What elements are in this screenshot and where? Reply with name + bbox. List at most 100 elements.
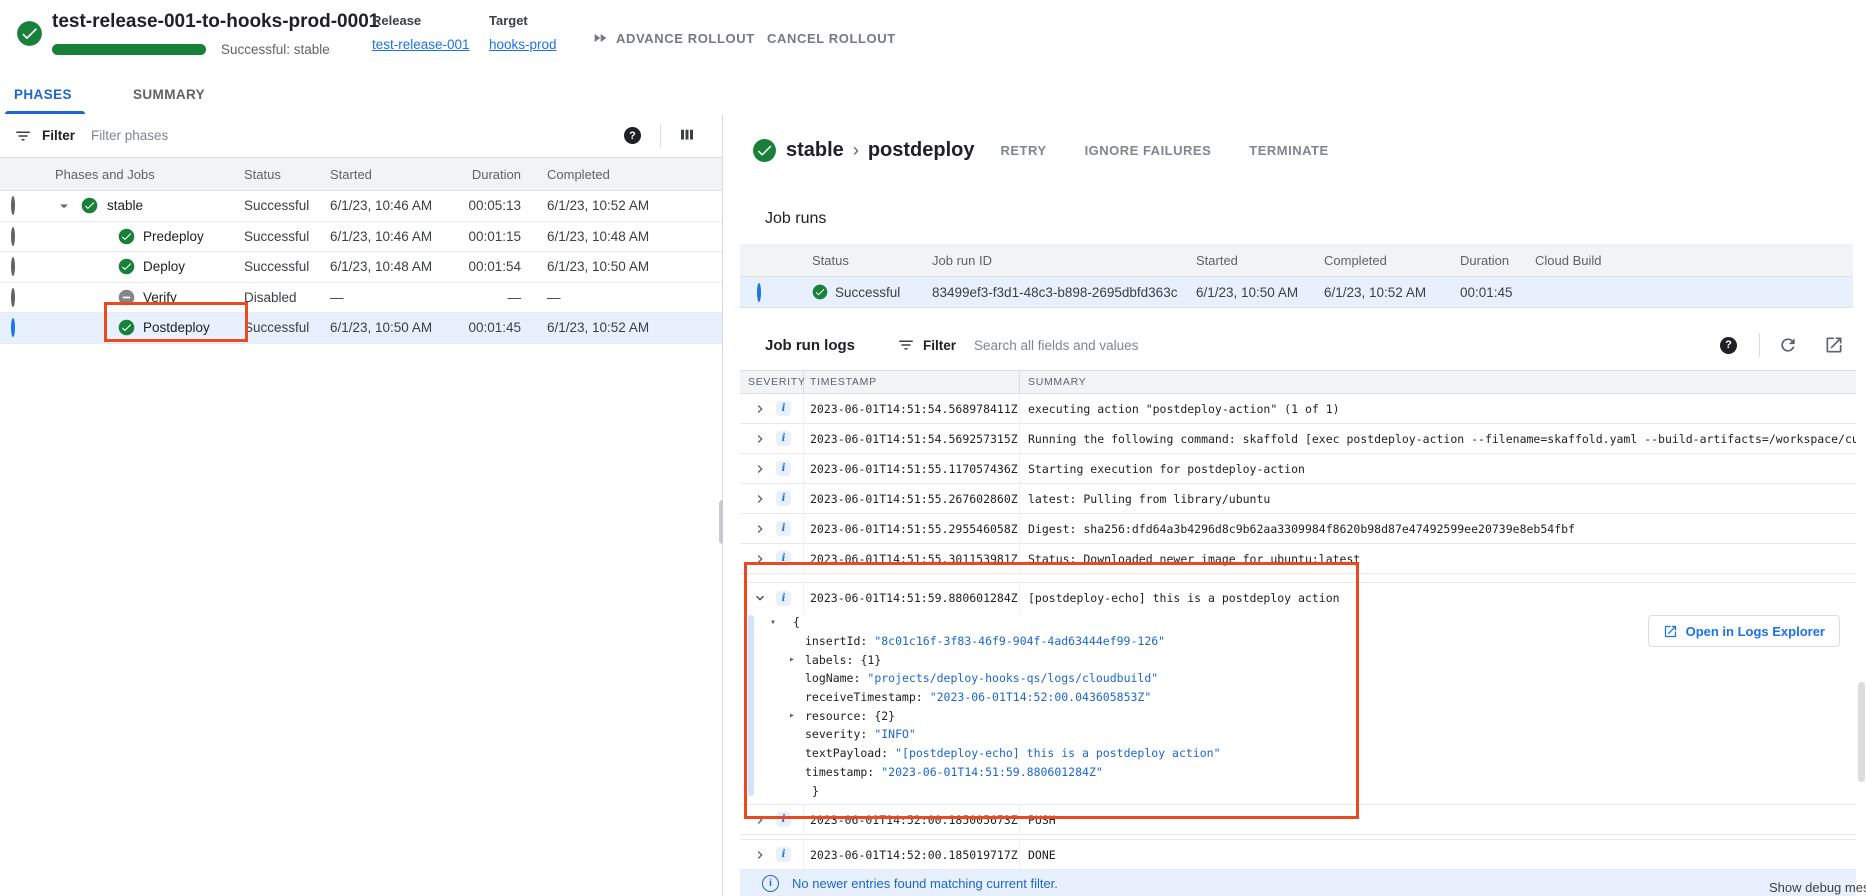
job-status: Successful [244, 320, 330, 335]
breadcrumb-phase: stable [786, 139, 844, 162]
collapse-caret-icon[interactable] [55, 197, 73, 215]
info-severity-icon: i [776, 591, 791, 606]
log-timestamp: 2023-06-01T14:51:55.301153981Z [804, 544, 1020, 573]
job-row-postdeploy[interactable]: Postdeploy Successful 6/1/23, 10:50 AM 0… [0, 313, 722, 344]
job-run-id: 83499ef3-f3d1-48c3-b898-2695dbfd363c [932, 285, 1196, 300]
log-summary: Starting execution for postdeploy-action [1020, 462, 1856, 476]
chevron-right-icon[interactable] [752, 401, 768, 417]
success-check-icon [118, 258, 135, 275]
log-entry-row[interactable]: i 2023-06-01T14:51:55.267602860Z latest:… [740, 484, 1856, 514]
log-entry-row[interactable]: i 2023-06-01T14:52:00.185019717Z DONE [740, 839, 1856, 870]
job-status: Successful [244, 229, 330, 244]
phase-radio[interactable] [11, 196, 15, 215]
job-radio[interactable] [11, 288, 15, 307]
phase-row-stable[interactable]: stable Successful 6/1/23, 10:46 AM 00:05… [0, 191, 722, 222]
toolbar-divider [660, 124, 661, 147]
help-icon[interactable]: ? [1720, 337, 1737, 354]
chevron-right-icon[interactable] [752, 551, 768, 567]
log-entry-row[interactable]: i 2023-06-01T14:52:00.185005673Z PUSH [740, 804, 1856, 835]
log-entry-row[interactable]: i 2023-06-01T14:51:54.569257315Z Running… [740, 424, 1856, 454]
job-name: Deploy [143, 259, 185, 274]
job-status: Disabled [244, 290, 330, 305]
chevron-right-icon[interactable] [752, 521, 768, 537]
info-icon: i [762, 875, 779, 892]
phases-filter-input[interactable] [89, 127, 473, 144]
log-entry-row[interactable]: i 2023-06-01T14:51:55.301153981Z Status:… [740, 544, 1856, 574]
col-summary: SUMMARY [1020, 376, 1856, 388]
chevron-right-icon[interactable] [752, 461, 768, 477]
log-timestamp: 2023-06-01T14:52:00.185019717Z [804, 840, 1020, 869]
job-radio-selected[interactable] [11, 318, 15, 337]
json-expand-caret[interactable]: ▸ [789, 710, 805, 721]
release-label: Release [372, 13, 470, 28]
info-severity-icon: i [776, 461, 791, 476]
json-key: receiveTimestamp: [805, 690, 923, 704]
job-row-verify[interactable]: Verify Disabled — — — [0, 283, 722, 314]
json-value: "8c01c16f-3f83-46f9-904f-4ad63444ef99-12… [874, 634, 1165, 648]
log-entry-row[interactable]: i 2023-06-01T14:51:54.568978411Z executi… [740, 394, 1856, 424]
log-entry-row-expanded[interactable]: i 2023-06-01T14:51:59.880601284Z [postde… [740, 582, 1856, 613]
job-radio[interactable] [11, 257, 15, 276]
target-link[interactable]: hooks-prod [489, 37, 557, 52]
job-runs-heading: Job runs [765, 210, 826, 228]
help-icon[interactable]: ? [624, 127, 641, 144]
chevron-right-icon[interactable] [752, 812, 768, 828]
job-detail-panel: stable › postdeploy RETRY IGNORE FAILURE… [723, 114, 1866, 896]
job-radio[interactable] [11, 227, 15, 246]
advance-rollout-button[interactable]: ADVANCE ROLLOUT [592, 28, 755, 48]
json-expand-caret[interactable]: ▸ [789, 654, 805, 665]
json-value: "[postdeploy-echo] this is a postdeploy … [895, 746, 1220, 760]
chevron-right-icon[interactable] [752, 431, 768, 447]
tab-phases[interactable]: PHASES [14, 74, 72, 114]
show-debug-toggle[interactable]: Show debug messages [1769, 880, 1866, 895]
col-severity: SEVERITY [740, 371, 804, 393]
job-run-row[interactable]: Successful 83499ef3-f3d1-48c3-b898-2695d… [740, 277, 1853, 308]
json-key: severity: [805, 727, 867, 741]
log-summary: [postdeploy-echo] this is a postdeploy a… [1020, 591, 1856, 605]
breadcrumb-job: postdeploy [868, 139, 975, 162]
retry-button[interactable]: RETRY [1000, 143, 1046, 158]
info-severity-icon: i [776, 812, 791, 827]
logs-table-header: SEVERITY TIMESTAMP SUMMARY [740, 370, 1856, 394]
open-in-logs-explorer-button[interactable]: Open in Logs Explorer [1648, 615, 1840, 647]
cancel-rollout-button[interactable]: CANCEL ROLLOUT [767, 28, 896, 48]
phases-panel: Filter ? Phases and Jobs Status Started … [0, 114, 722, 896]
success-check-icon [752, 138, 777, 163]
chevron-down-icon[interactable] [752, 590, 768, 606]
job-started: 6/1/23, 10:50 AM [330, 320, 446, 335]
target-meta: Target hooks-prod [489, 13, 557, 54]
log-timestamp: 2023-06-01T14:51:55.117057436Z [804, 454, 1020, 483]
json-line: logName: "projects/deploy-hooks-qs/logs/… [740, 669, 1856, 688]
refresh-icon[interactable] [1778, 335, 1798, 355]
json-line: severity: "INFO" [740, 725, 1856, 744]
filter-icon [14, 127, 32, 145]
help-glyph: ? [1725, 339, 1732, 351]
breadcrumb: stable › postdeploy [786, 139, 974, 162]
chevron-right-icon[interactable] [752, 491, 768, 507]
job-run-radio-selected[interactable] [757, 283, 761, 302]
json-plain: } [812, 784, 819, 798]
log-entry-row[interactable]: i 2023-06-01T14:51:55.117057436Z Startin… [740, 454, 1856, 484]
json-plain: { [793, 615, 800, 629]
phase-status: Successful [244, 198, 330, 213]
json-expand-caret[interactable]: ▾ [770, 617, 786, 628]
logs-search-input[interactable] [972, 337, 1406, 354]
job-run-logs-toolbar: Job run logs Filter ? [765, 328, 1844, 362]
log-entry-row[interactable]: i 2023-06-01T14:51:55.295546058Z Digest:… [740, 514, 1856, 544]
log-rows-after: i 2023-06-01T14:52:00.185005673Z PUSH i … [740, 804, 1856, 870]
job-row-predeploy[interactable]: Predeploy Successful 6/1/23, 10:46 AM 00… [0, 222, 722, 253]
column-settings-icon[interactable] [678, 126, 696, 144]
col-cloud-build: Cloud Build [1535, 253, 1853, 268]
chevron-right-icon[interactable] [752, 847, 768, 863]
job-row-deploy[interactable]: Deploy Successful 6/1/23, 10:48 AM 00:01… [0, 252, 722, 283]
json-key: insertId: [805, 634, 867, 648]
open-in-new-icon[interactable] [1824, 335, 1844, 355]
release-link[interactable]: test-release-001 [372, 37, 470, 52]
json-line: } [740, 781, 1856, 800]
terminate-button[interactable]: TERMINATE [1249, 143, 1328, 158]
log-summary: Status: Downloaded newer image for ubunt… [1020, 552, 1856, 566]
vertical-scrollbar[interactable] [1858, 682, 1865, 782]
tab-summary[interactable]: SUMMARY [133, 74, 205, 114]
job-run-started: 6/1/23, 10:50 AM [1196, 285, 1324, 300]
ignore-failures-button[interactable]: IGNORE FAILURES [1085, 143, 1212, 158]
